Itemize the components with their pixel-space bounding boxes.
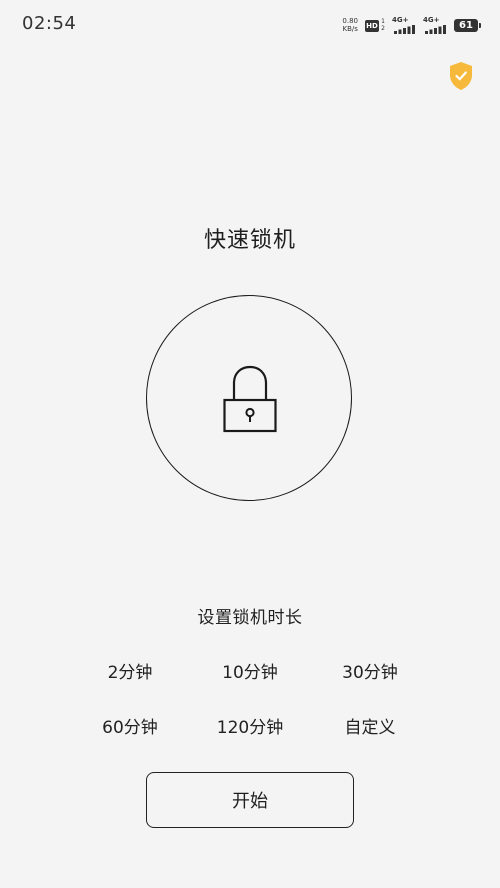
duration-option-120min[interactable]: 120分钟 xyxy=(190,713,310,738)
page-title: 快速锁机 xyxy=(203,228,296,253)
signal-bars-icon xyxy=(425,24,446,34)
signal-bars-icon xyxy=(394,24,415,34)
duration-option-custom[interactable]: 自定义 xyxy=(310,713,430,738)
hd-label: HD xyxy=(365,19,379,32)
duration-option-10min[interactable]: 10分钟 xyxy=(190,658,310,683)
signal-strength-icon-sim1: 4G+ xyxy=(392,15,416,34)
hd-voice-icon: HD 1 2 xyxy=(365,18,385,33)
hd-sub-top: 1 xyxy=(381,17,385,25)
network-speed-value: 0.80 xyxy=(342,17,358,25)
status-bar: 02:54 0.80 KB/s HD 1 2 4G+ 4G+ 61 xyxy=(0,0,500,50)
hd-sub-label: 1 2 xyxy=(381,18,385,32)
network-type-label: 4G+ xyxy=(423,15,440,24)
battery-level: 61 xyxy=(459,19,473,31)
battery-icon: 61 xyxy=(454,18,481,32)
hd-sub-bottom: 2 xyxy=(381,24,385,32)
network-type-label: 4G+ xyxy=(392,15,409,24)
network-speed: 0.80 KB/s xyxy=(342,17,358,33)
duration-option-30min[interactable]: 30分钟 xyxy=(310,658,430,683)
duration-option-60min[interactable]: 60分钟 xyxy=(70,713,190,738)
signal-strength-icon-sim2: 4G+ xyxy=(423,15,447,34)
padlock-icon xyxy=(223,365,277,433)
duration-option-2min[interactable]: 2分钟 xyxy=(70,658,190,683)
status-time: 02:54 xyxy=(22,13,77,34)
shield-check-icon[interactable] xyxy=(448,61,474,91)
start-button[interactable]: 开始 xyxy=(146,772,354,828)
network-speed-unit: KB/s xyxy=(342,25,358,33)
status-indicators: 0.80 KB/s HD 1 2 4G+ 4G+ 61 xyxy=(342,15,481,34)
duration-section-label: 设置锁机时长 xyxy=(197,608,303,628)
